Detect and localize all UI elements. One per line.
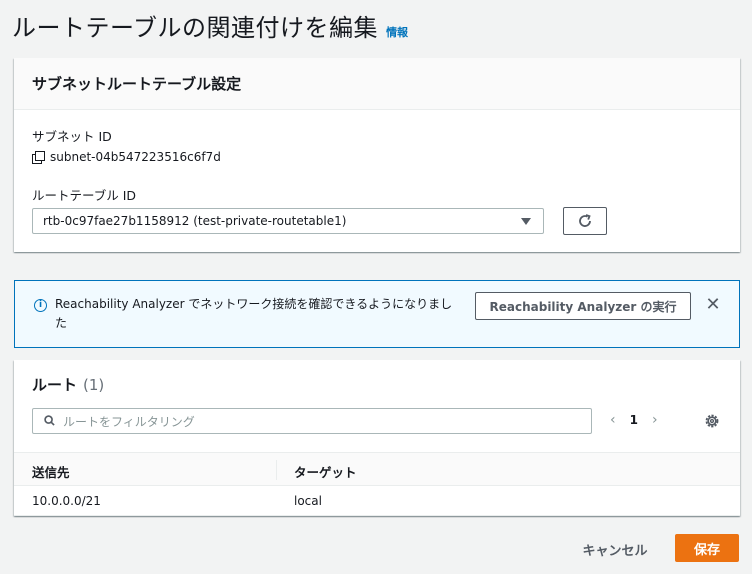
- routes-count: (1): [83, 376, 105, 394]
- route-destination: 10.0.0.0/21: [32, 494, 101, 508]
- column-divider: [276, 460, 277, 480]
- page-title: ルートテーブルの関連付けを編集: [12, 14, 379, 42]
- column-header-destination[interactable]: 送信先: [32, 462, 70, 481]
- panel-header: サブネットルートテーブル設定: [14, 58, 740, 110]
- route-filter-input[interactable]: ルートをフィルタリング: [32, 408, 592, 434]
- route-target: local: [294, 494, 322, 508]
- page-header: ルートテーブルの関連付けを編集 情報: [12, 8, 408, 44]
- cancel-button[interactable]: キャンセル: [570, 536, 660, 562]
- panel-title: サブネットルートテーブル設定: [32, 75, 242, 93]
- refresh-button[interactable]: [563, 207, 607, 235]
- routes-table-header: 送信先 ターゲット: [14, 452, 740, 486]
- page-number[interactable]: 1: [630, 413, 638, 427]
- route-table-select[interactable]: rtb-0c97fae27b1158912 (test-private-rout…: [32, 208, 544, 234]
- routes-panel: ルート (1) ルートをフィルタリング ‹ 1 › 送信先 ターゲット 10.0…: [14, 360, 740, 516]
- next-page-button[interactable]: ›: [652, 412, 658, 428]
- save-button[interactable]: 保存: [675, 534, 739, 562]
- search-icon: [44, 415, 55, 426]
- close-icon[interactable]: ✕: [705, 296, 721, 314]
- column-header-target[interactable]: ターゲット: [294, 462, 357, 481]
- routes-header: ルート (1): [32, 374, 104, 395]
- pagination: ‹ 1 ›: [610, 412, 658, 428]
- subnet-id-label: サブネット ID: [32, 129, 112, 144]
- routes-title: ルート: [32, 376, 78, 394]
- chevron-down-icon: [521, 218, 531, 225]
- route-table-id-label: ルートテーブル ID: [32, 188, 137, 203]
- run-reachability-analyzer-button[interactable]: Reachability Analyzer の実行: [475, 292, 691, 320]
- reachability-info-alert: i Reachability Analyzer でネットワーク接続を確認できるよ…: [14, 280, 740, 348]
- prev-page-button[interactable]: ‹: [610, 412, 616, 428]
- route-table-selected-value: rtb-0c97fae27b1158912 (test-private-rout…: [43, 214, 347, 228]
- gear-icon[interactable]: [703, 412, 721, 430]
- copy-icon[interactable]: [32, 151, 45, 164]
- subnet-id-value: subnet-04b547223516c6f7d: [32, 150, 221, 164]
- refresh-icon: [579, 214, 591, 227]
- filter-placeholder: ルートをフィルタリング: [63, 414, 195, 429]
- info-icon: i: [34, 299, 47, 312]
- subnet-id-text: subnet-04b547223516c6f7d: [50, 150, 221, 164]
- info-link[interactable]: 情報: [386, 24, 408, 40]
- subnet-route-table-settings-panel: サブネットルートテーブル設定 サブネット ID subnet-04b547223…: [14, 58, 740, 252]
- alert-message: Reachability Analyzer でネットワーク接続を確認できるように…: [55, 297, 453, 330]
- table-row: 10.0.0.0/21 local: [14, 486, 740, 516]
